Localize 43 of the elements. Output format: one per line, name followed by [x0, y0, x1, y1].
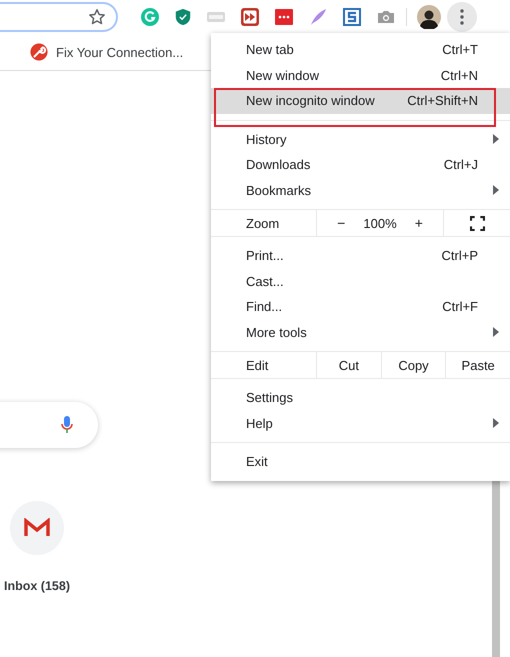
submenu-arrow-icon [493, 185, 499, 196]
shortcut-text: Ctrl+T [442, 42, 478, 58]
g-circle-icon[interactable] [140, 7, 160, 27]
menu-button[interactable] [447, 2, 477, 32]
zoom-value: 100% [363, 216, 397, 230]
microphone-icon[interactable] [60, 415, 74, 435]
menu-item[interactable]: Help [211, 410, 510, 436]
shortcut-label: Inbox (158) [4, 579, 70, 593]
menu-item[interactable]: Bookmarks [211, 178, 510, 203]
menu-item[interactable]: History [211, 126, 510, 152]
shortcut-text: Ctrl+Shift+N [407, 93, 478, 108]
shortcut-text: Ctrl+J [444, 157, 478, 172]
menu-item[interactable]: Print... Ctrl+P [211, 243, 510, 268]
shortcut-text: Ctrl+P [442, 248, 478, 264]
menu-item[interactable]: New window Ctrl+N [211, 62, 510, 88]
menu-item[interactable]: Downloads Ctrl+J [211, 152, 510, 178]
menu-item[interactable]: More tools [211, 320, 510, 345]
wrench-icon [30, 43, 48, 61]
menu-item[interactable]: Cast... [211, 268, 510, 294]
zoom-in-button[interactable]: + [408, 215, 429, 231]
zoom-out-button[interactable]: − [331, 215, 352, 231]
s-logo-icon[interactable] [342, 7, 362, 27]
kebab-icon [460, 9, 464, 25]
fast-forward-icon[interactable] [240, 7, 260, 27]
menu-item[interactable]: Find... Ctrl+F [211, 294, 510, 320]
submenu-arrow-icon [493, 134, 499, 144]
submenu-arrow-icon [493, 418, 499, 428]
shortcut-text: Ctrl+N [440, 68, 478, 83]
menu-item[interactable]: New tab Ctrl+T [211, 37, 510, 62]
menu-item[interactable]: New incognito window Ctrl+Shift+N [211, 88, 510, 114]
mail-m-icon [24, 518, 50, 538]
menu-item[interactable]: Settings [211, 385, 510, 410]
avatar-icon[interactable] [417, 5, 441, 29]
submenu-arrow-icon [493, 327, 499, 338]
feather-icon[interactable] [308, 7, 328, 27]
shortcut-text: Ctrl+F [442, 299, 478, 314]
fullscreen-icon [470, 216, 484, 230]
edit-action-button[interactable]: Paste [446, 352, 510, 378]
shield-icon[interactable] [174, 7, 192, 27]
bookmark-item[interactable]: Fix Your Connection... [30, 43, 184, 61]
dots-icon[interactable] [274, 7, 294, 27]
star-icon[interactable] [88, 8, 106, 26]
menu-item[interactable]: Exit [211, 449, 510, 474]
